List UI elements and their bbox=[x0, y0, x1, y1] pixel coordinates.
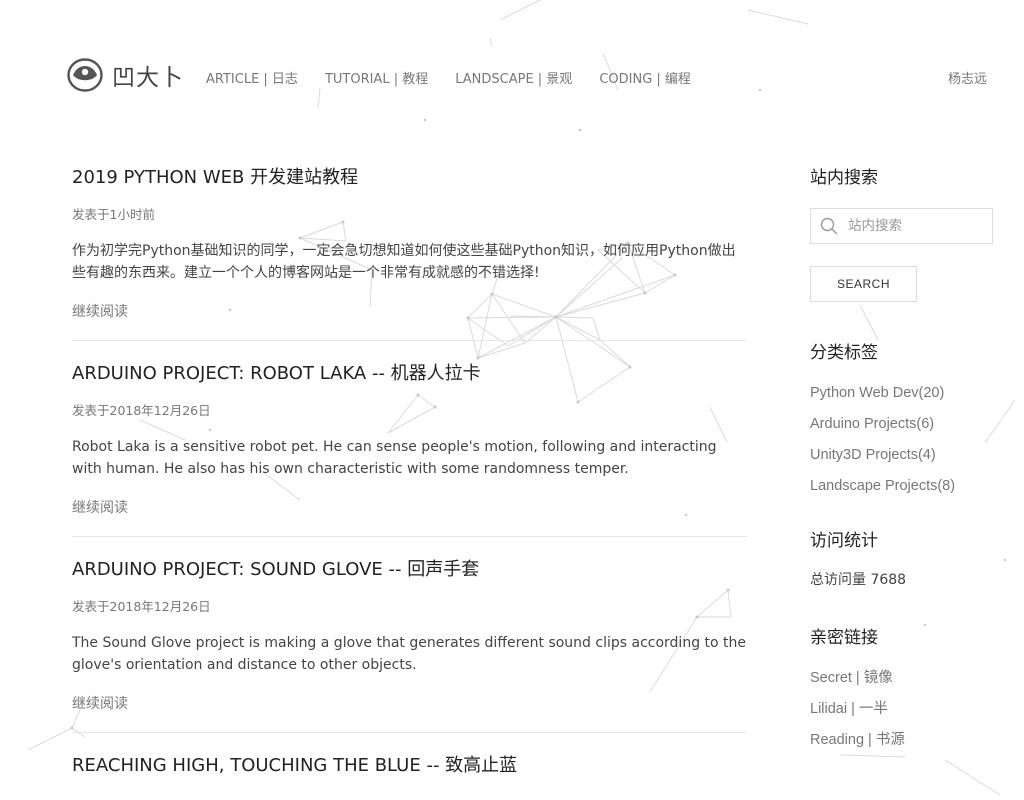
search-heading: 站内搜索 bbox=[810, 168, 878, 188]
list-item: Unity3D Projects(4) bbox=[810, 439, 995, 470]
list-item: Lilidai | 一半 bbox=[810, 693, 995, 724]
article-title[interactable]: ARDUINO PROJECT: ROBOT LAKA -- 机器人拉卡 bbox=[72, 361, 747, 387]
list-item: Reading | 书源 bbox=[810, 724, 995, 755]
nav-link-article[interactable]: ARTICLE | 日志 bbox=[206, 68, 298, 87]
read-more-link[interactable]: 继续阅读 bbox=[72, 302, 128, 322]
visit-count: 总访问量 7688 bbox=[810, 572, 907, 588]
article-summary: 作为初学完Python基础知识的同学，一定会急切想知道如何使这些基础Python… bbox=[72, 243, 736, 281]
list-item: Landscape Projects(8) bbox=[810, 470, 995, 501]
friend-link-reading[interactable]: Reading | 书源 bbox=[810, 732, 905, 748]
category-link-arduino-projects[interactable]: Arduino Projects(6) bbox=[810, 416, 934, 432]
nav-link-coding[interactable]: CODING | 编程 bbox=[599, 68, 691, 87]
category-link-python-web-dev[interactable]: Python Web Dev(20) bbox=[810, 385, 944, 401]
article-title[interactable]: 2019 PYTHON WEB 开发建站教程 bbox=[72, 165, 747, 191]
search-icon bbox=[820, 217, 838, 235]
sidebar: 站内搜索 SEARCH 分类标签 Python Web Dev(20) Ardu… bbox=[810, 165, 995, 755]
list-item: Python Web Dev(20) bbox=[810, 377, 995, 408]
search-section: 站内搜索 SEARCH bbox=[810, 165, 995, 302]
links-heading: 亲密链接 bbox=[810, 628, 878, 648]
article-date: 发表于1小时前 bbox=[72, 207, 155, 222]
article-date: 发表于2018年12月26日 bbox=[72, 599, 211, 614]
user-name-link[interactable]: 杨志远 bbox=[948, 68, 987, 87]
stats-section: 访问统计 总访问量 7688 bbox=[810, 528, 995, 596]
nav-link-landscape[interactable]: LANDSCAPE | 景观 bbox=[455, 68, 572, 87]
article-title[interactable]: ARDUINO PROJECT: SOUND GLOVE -- 回声手套 bbox=[72, 557, 747, 583]
read-more-link[interactable]: 继续阅读 bbox=[72, 498, 128, 518]
list-item: Arduino Projects(6) bbox=[810, 408, 995, 439]
article-list: 2019 PYTHON WEB 开发建站教程 发表于1小时前 作为初学完Pyth… bbox=[72, 165, 747, 800]
search-button[interactable]: SEARCH bbox=[810, 266, 917, 302]
search-input[interactable] bbox=[848, 218, 988, 234]
site-header: 凹大卜 ARTICLE | 日志 TUTORIAL | 教程 LANDSCAPE… bbox=[0, 0, 1024, 150]
article-summary: The Sound Glove project is making a glov… bbox=[72, 635, 747, 673]
article-title[interactable]: REACHING HIGH, TOUCHING THE BLUE -- 致高止蓝 bbox=[72, 753, 747, 779]
search-box bbox=[810, 208, 993, 244]
friend-link-secret[interactable]: Secret | 镜像 bbox=[810, 670, 893, 686]
list-item: Secret | 镜像 bbox=[810, 662, 995, 693]
categories-section: 分类标签 Python Web Dev(20) Arduino Projects… bbox=[810, 340, 995, 501]
read-more-link[interactable]: 继续阅读 bbox=[72, 694, 128, 714]
categories-heading: 分类标签 bbox=[810, 343, 878, 363]
category-link-landscape-projects[interactable]: Landscape Projects(8) bbox=[810, 478, 955, 494]
article-summary: Robot Laka is a sensitive robot pet. He … bbox=[72, 439, 717, 477]
eye-icon bbox=[67, 58, 103, 92]
stats-heading: 访问统计 bbox=[810, 531, 878, 551]
article-item: ARDUINO PROJECT: SOUND GLOVE -- 回声手套 发表于… bbox=[72, 557, 747, 733]
main-nav: ARTICLE | 日志 TUTORIAL | 教程 LANDSCAPE | 景… bbox=[206, 68, 718, 87]
article-item: 2019 PYTHON WEB 开发建站教程 发表于1小时前 作为初学完Pyth… bbox=[72, 165, 747, 341]
friend-links-list: Secret | 镜像 Lilidai | 一半 Reading | 书源 bbox=[810, 662, 995, 755]
article-date: 发表于2018年12月26日 bbox=[72, 403, 211, 418]
category-list: Python Web Dev(20) Arduino Projects(6) U… bbox=[810, 377, 995, 501]
nav-link-tutorial[interactable]: TUTORIAL | 教程 bbox=[325, 68, 428, 87]
links-section: 亲密链接 Secret | 镜像 Lilidai | 一半 Reading | … bbox=[810, 625, 995, 755]
site-logo-text: 凹大卜 bbox=[112, 65, 184, 91]
article-item: ARDUINO PROJECT: ROBOT LAKA -- 机器人拉卡 发表于… bbox=[72, 361, 747, 537]
category-link-unity3d-projects[interactable]: Unity3D Projects(4) bbox=[810, 447, 936, 463]
article-item: REACHING HIGH, TOUCHING THE BLUE -- 致高止蓝 bbox=[72, 753, 747, 797]
friend-link-lilidai[interactable]: Lilidai | 一半 bbox=[810, 701, 888, 717]
site-logo[interactable]: 凹大卜 bbox=[67, 58, 184, 92]
